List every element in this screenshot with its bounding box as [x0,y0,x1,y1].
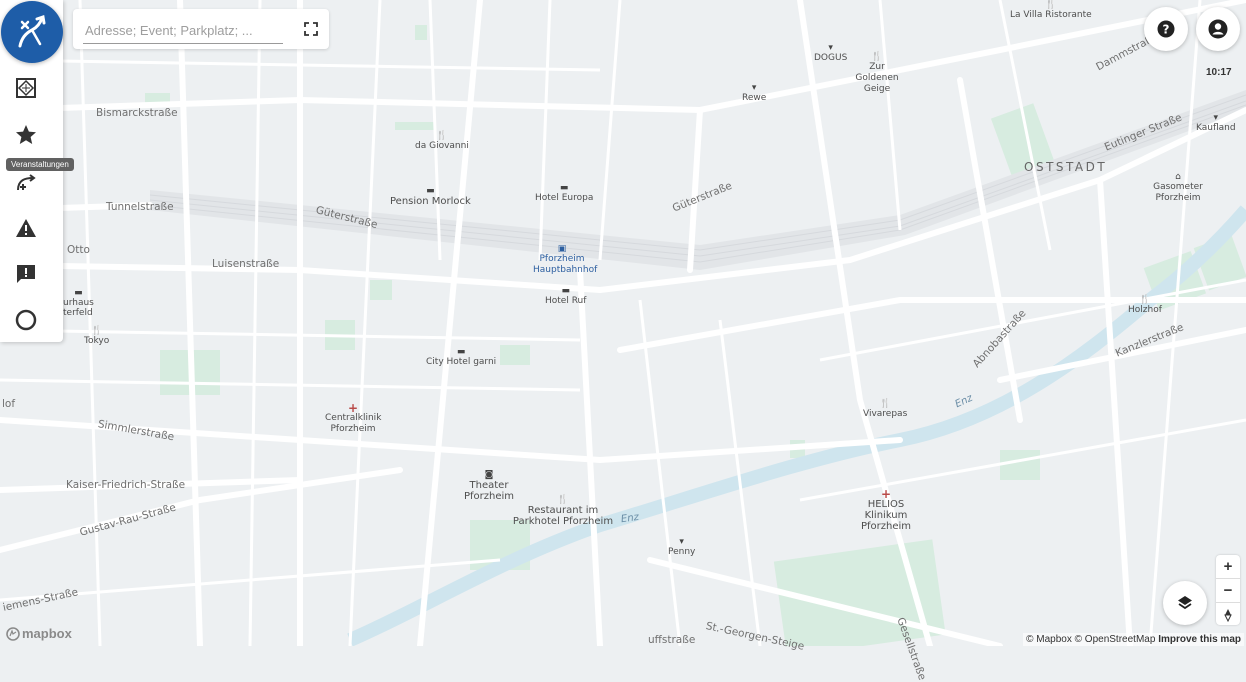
map-base [0,0,1246,646]
hospital-icon: + [880,487,892,501]
search-input[interactable] [83,17,283,44]
shop-icon: ▾ [1213,113,1219,123]
restaurant-icon: 🍴 [879,399,891,409]
plus-icon: + [1223,558,1233,575]
restaurant-icon: 🍴 [557,495,569,505]
poi-hotel[interactable]: ▬ City Hotel garni [426,347,496,368]
routing-icon [18,15,46,48]
routing-button[interactable] [1,1,63,63]
poi-hotel[interactable]: ▬ urhaus [63,288,94,309]
circle-tool[interactable] [0,300,52,340]
help-button[interactable]: ? [1144,7,1188,51]
compass-icon [1224,608,1232,622]
route-add-icon [17,174,36,191]
poi-shop[interactable]: ▾ DOGUS [814,43,847,64]
train-icon: ▣ [557,244,567,254]
restaurant-icon: 🍴 [436,131,448,141]
help-icon: ? [1157,20,1175,38]
mapbox-logo-icon [6,626,20,641]
improve-map-link[interactable]: Improve this map [1158,634,1241,645]
warnings-tool[interactable] [0,208,52,248]
map-area-tool[interactable] [0,68,52,108]
zoom-in-button[interactable]: + [1216,555,1240,579]
map-area-icon [16,78,36,98]
fullscreen-button[interactable] [301,19,321,39]
shop-icon: ▾ [679,537,684,547]
poi-hospital[interactable]: + Centralklinik Pforzheim [325,401,381,435]
hotel-icon: ▬ [74,288,83,298]
shop-icon: ▾ [751,83,757,93]
restaurant-icon: 🍴 [90,326,103,336]
restaurant-icon: 🍴 [871,52,883,62]
poi-landmark[interactable]: ⌂ Gasometer Pforzheim [1150,172,1206,204]
poi-hospital[interactable]: + HELIOS Klinikum Pforzheim [846,487,926,532]
map-canvas[interactable]: OSTSTADT Bismarckstraße Tunnelstraße Lui… [0,0,1246,682]
mapbox-logo[interactable]: mapbox [6,626,72,641]
poi-restaurant[interactable]: 🍴 Vivarepas [863,399,907,420]
mapbox-attribution-link[interactable]: © Mapbox [1026,634,1072,645]
account-button[interactable] [1196,7,1240,51]
attribution: © Mapbox © OpenStreetMap Improve this ma… [1023,633,1244,646]
street-label: Luisenstraße [212,258,280,270]
circle-icon [15,309,37,331]
street-label: Tunnelstraße [106,201,174,213]
star-icon [16,125,36,144]
poi-restaurant[interactable]: 🍴 Holzhof [1128,295,1162,316]
theater-icon: ◙ [484,470,494,480]
street-label: Bismarckstraße [96,107,178,119]
zoom-out-button[interactable]: − [1216,579,1240,603]
street-label: Kaiser-Friedrich-Straße [66,479,186,491]
shop-icon: ▾ [828,43,833,53]
account-icon [1208,19,1228,39]
feedback-tool[interactable] [0,254,52,294]
poi-label: terfeld [63,308,93,318]
tooltip: Veranstaltungen [6,158,74,171]
restaurant-icon: 🍴 [1139,295,1151,305]
street-label: lof [2,398,16,410]
events-tool[interactable] [0,115,52,155]
poi-hotel[interactable]: ▬ Pension Morlock [390,186,471,207]
poi-hotel[interactable]: ▬ Hotel Ruf [545,286,586,307]
landmark-icon: ⌂ [1175,172,1181,182]
poi-restaurant[interactable]: 🍴 Zur Goldenen Geige [850,52,904,95]
poi-theater[interactable]: ◙ Theater Pforzheim [460,470,518,502]
poi-restaurant[interactable]: 🍴 da Giovanni [415,131,469,152]
hotel-icon: ▬ [561,286,570,296]
layers-button[interactable] [1163,581,1207,625]
poi-train-station[interactable]: ▣ Pforzheim Hauptbahnhof [533,244,597,276]
compass-button[interactable] [1216,603,1240,626]
clock: 10:17 [1206,67,1232,78]
poi-shop[interactable]: ▾ Rewe [742,83,766,104]
hotel-icon: ▬ [559,183,569,193]
feedback-icon [17,265,35,283]
svg-text:?: ? [1163,23,1170,37]
hotel-icon: ▬ [456,347,466,357]
street-label: Otto [67,244,90,256]
poi-shop[interactable]: ▾ Penny [668,537,695,558]
restaurant-icon: 🍴 [1045,0,1057,10]
poi-restaurant[interactable]: 🍴 La Villa Ristorante [1010,0,1092,21]
osm-attribution-link[interactable]: © OpenStreetMap [1075,634,1156,645]
poi-restaurant[interactable]: 🍴 Tokyo [84,326,109,347]
minus-icon: − [1223,582,1233,599]
search-box [73,9,329,49]
hotel-icon: ▬ [426,186,435,196]
fullscreen-icon [304,22,318,36]
poi-shop[interactable]: ▾ Kaufland [1196,113,1236,134]
layers-icon [1178,596,1192,610]
zoom-control: + − [1216,555,1240,625]
poi-hotel[interactable]: ▬ Hotel Europa [535,183,593,204]
poi-restaurant[interactable]: 🍴 Restaurant im Parkhotel Pforzheim [512,495,614,527]
district-label: OSTSTADT [1024,160,1108,174]
hospital-icon: + [347,401,359,415]
warning-icon [16,219,36,237]
street-label: uffstraße [648,634,696,646]
